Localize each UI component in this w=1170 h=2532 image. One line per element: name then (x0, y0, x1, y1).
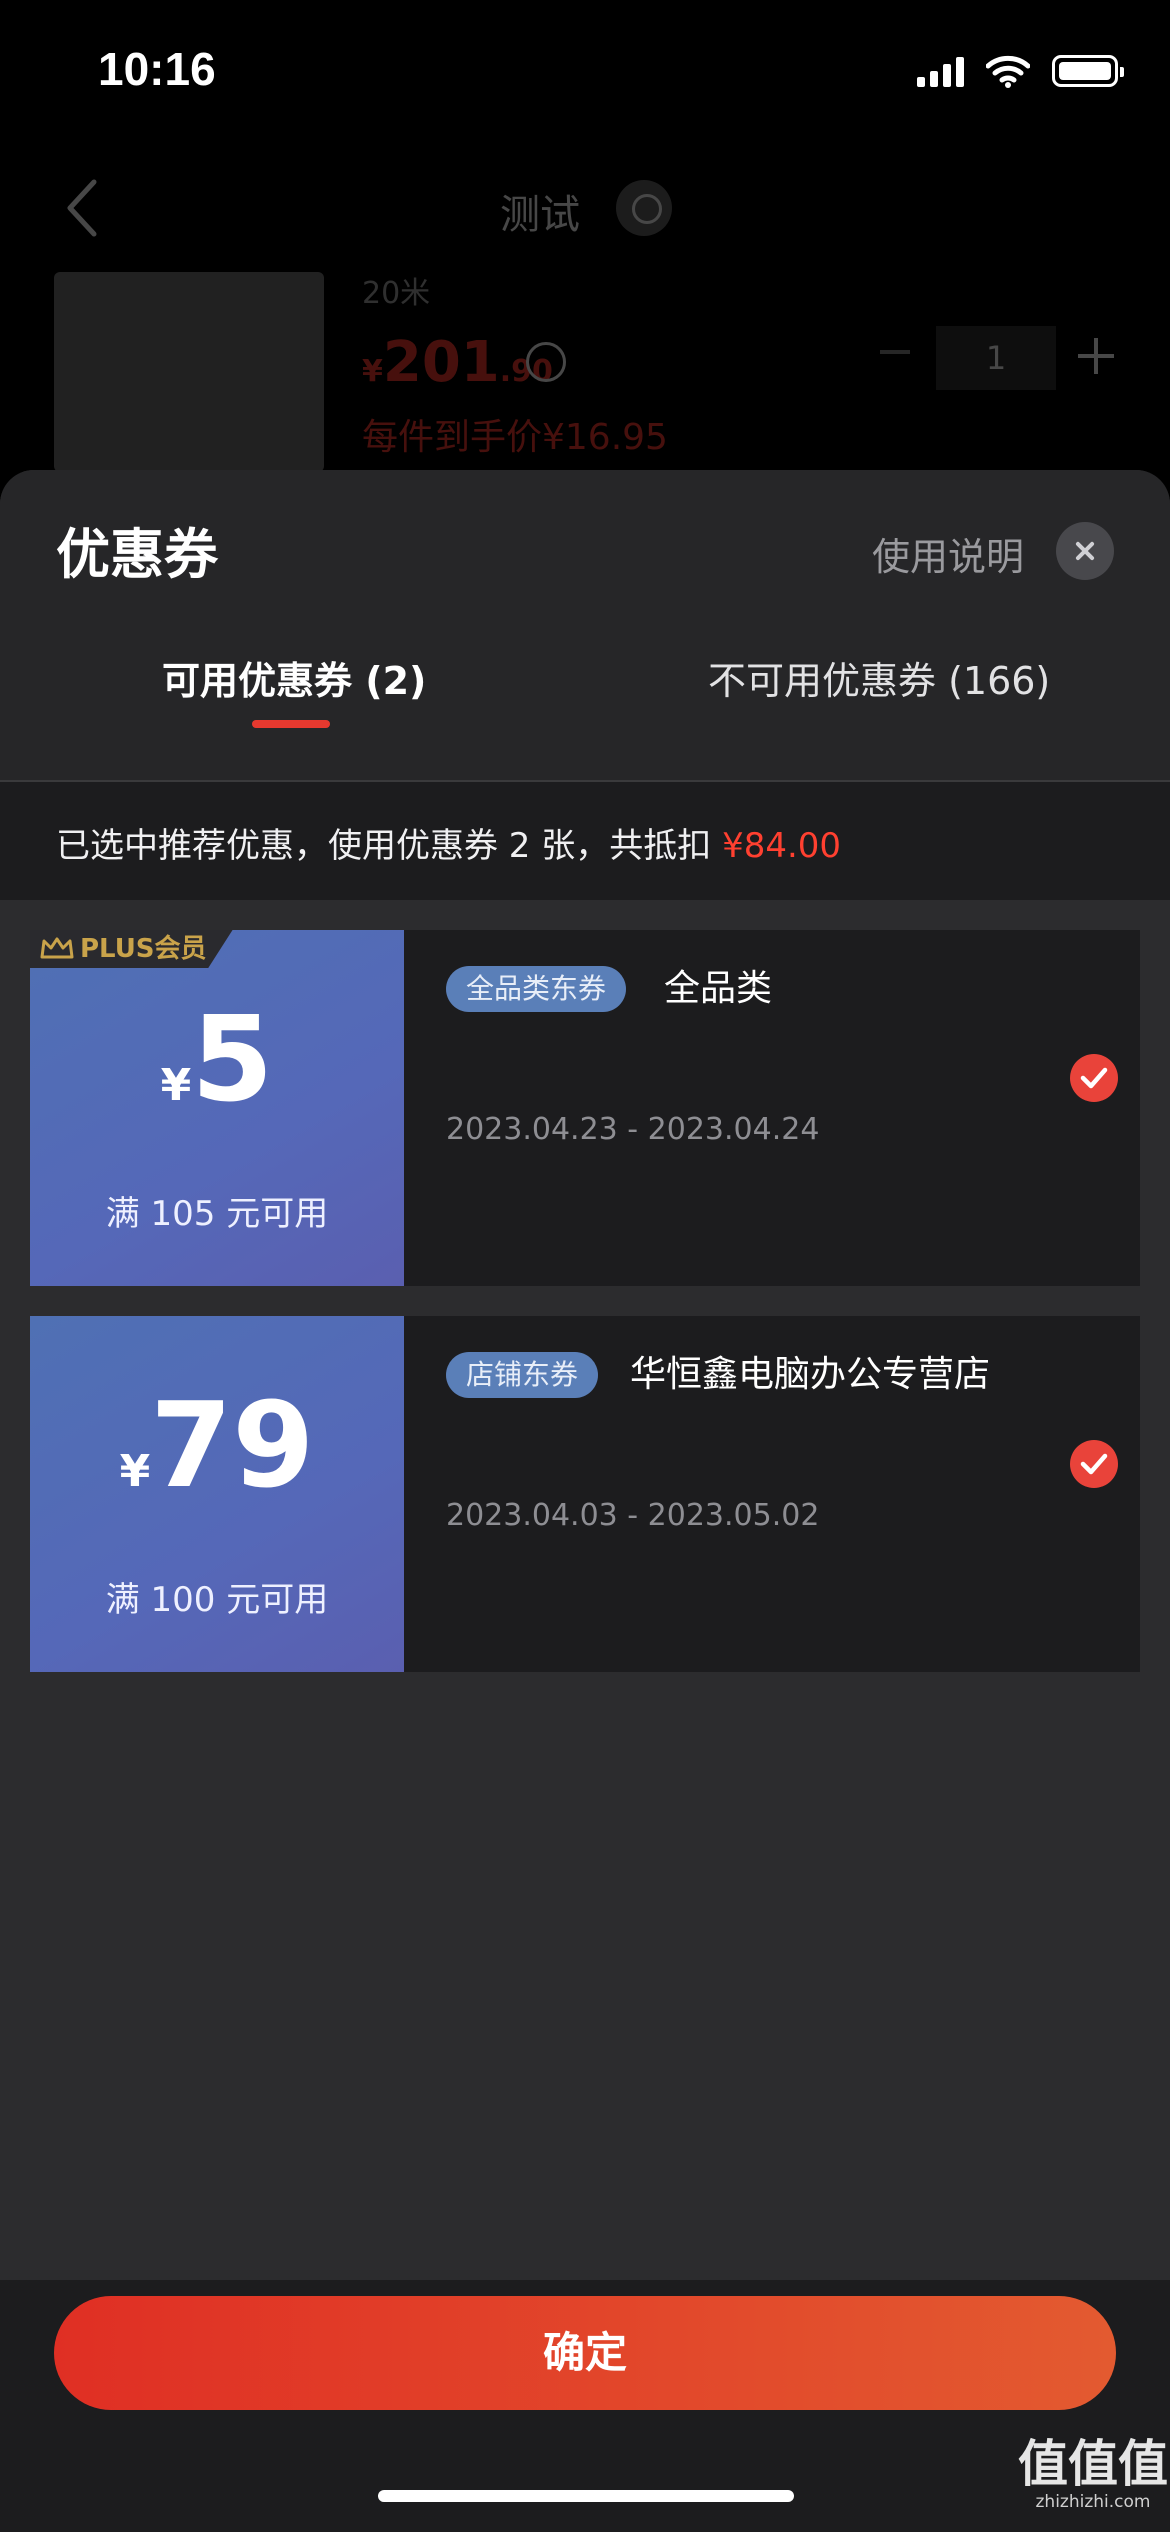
coupon-amount: ¥79 (119, 1376, 315, 1514)
minus-icon[interactable] (880, 350, 910, 354)
product-spec: 20米 (362, 276, 431, 311)
product-final-price: 每件到手价¥16.95 (362, 417, 668, 458)
wifi-icon (986, 55, 1030, 88)
back-icon[interactable] (58, 178, 108, 238)
summary-text: 已选中推荐优惠，使用优惠券 2 张，共抵扣 (56, 826, 723, 866)
coupon-tabs: 可用优惠券 (2) 不可用优惠券 (166) (0, 640, 1170, 750)
discount-summary: 已选中推荐优惠，使用优惠券 2 张，共抵扣 ¥84.00 (0, 780, 1170, 900)
coupon-name: 华恒鑫电脑办公专营店 (630, 1354, 991, 1395)
plus-member-badge: PLUS会员 (30, 930, 233, 968)
usage-help-link[interactable]: 使用说明 (872, 526, 1024, 581)
crown-icon (40, 937, 74, 959)
coupon-date-range: 2023.04.23 - 2023.04.24 (446, 1112, 820, 1147)
check-icon[interactable] (1070, 1054, 1118, 1102)
close-icon[interactable] (1056, 522, 1114, 580)
confirm-button[interactable]: 确定 (54, 2296, 1116, 2410)
battery-icon (1052, 55, 1124, 87)
status-bar: 10:16 (0, 0, 1170, 140)
coupon-date-range: 2023.04.03 - 2023.05.02 (446, 1498, 820, 1533)
home-indicator[interactable] (378, 2490, 794, 2502)
product-price: ¥201.90 (362, 330, 553, 395)
page-title: 测试 (500, 192, 580, 238)
info-icon[interactable] (526, 342, 566, 382)
summary-amount: ¥84.00 (722, 826, 842, 866)
coupon-name: 全品类 (664, 968, 773, 1009)
tab-available[interactable]: 可用优惠券 (2) (162, 650, 426, 705)
coupon-condition: 满 100 元可用 (105, 1580, 329, 1620)
coupon-type-tag: 全品类东券 (446, 966, 627, 1012)
coupon-card[interactable]: ¥5 满 105 元可用 PLUS会员 全品类东券 全品类 2023.04.23… (30, 930, 1140, 1286)
coupon-value-panel: ¥5 满 105 元可用 (30, 930, 404, 1286)
camera-icon[interactable] (616, 180, 672, 236)
sheet-header: 优惠券 使用说明 可用优惠券 (2) 不可用优惠券 (166) (0, 470, 1170, 780)
watermark-main: 值值值 (1018, 2435, 1168, 2493)
signal-icon (917, 55, 964, 87)
coupon-type-tag: 店铺东券 (446, 1352, 599, 1398)
tab-active-indicator (252, 720, 330, 728)
watermark: 值值值 zhizhizhi.com (1016, 2436, 1170, 2512)
check-icon[interactable] (1070, 1440, 1118, 1488)
coupon-amount: ¥5 (160, 990, 274, 1128)
coupon-sheet: 优惠券 使用说明 可用优惠券 (2) 不可用优惠券 (166) 已选中推荐优惠，… (0, 470, 1170, 2532)
coupon-condition: 满 105 元可用 (105, 1194, 329, 1234)
sheet-title: 优惠券 (56, 523, 218, 586)
plus-icon[interactable] (1076, 336, 1116, 376)
watermark-sub: zhizhizhi.com (1035, 2492, 1151, 2512)
status-icons (917, 54, 1124, 88)
product-image (54, 272, 324, 472)
quantity-input[interactable]: 1 (936, 326, 1056, 390)
tab-unavailable[interactable]: 不可用优惠券 (166) (708, 650, 1050, 705)
sheet-footer: 确定 (0, 2280, 1170, 2532)
coupon-value-panel: ¥79 满 100 元可用 (30, 1316, 404, 1672)
coupon-card[interactable]: ¥79 满 100 元可用 店铺东券 华恒鑫电脑办公专营店 2023.04.03… (30, 1316, 1140, 1672)
status-time: 10:16 (98, 43, 216, 95)
